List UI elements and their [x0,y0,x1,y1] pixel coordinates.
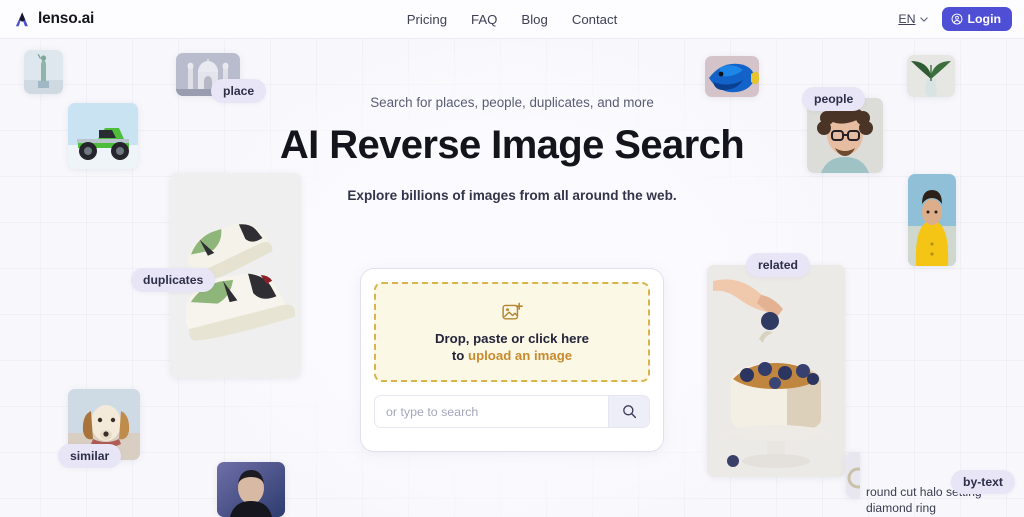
pill-people[interactable]: people [802,87,866,111]
login-button-label: Login [967,12,1001,26]
thumbnail-portrait-woman-blue[interactable] [217,462,285,517]
chevron-down-icon [919,16,928,22]
blueberry-cake-image [707,265,845,477]
thumbnail-plant-in-vase[interactable] [907,55,955,97]
search-input[interactable] [375,396,608,427]
language-code: EN [898,12,916,26]
portrait-woman-blue-image [217,462,285,517]
statue-of-liberty-image [24,50,63,94]
thumbnail-green-monster-truck[interactable] [68,103,138,169]
pill-by-text[interactable]: by-text [951,470,1015,494]
nav-link-faq[interactable]: FAQ [471,12,497,27]
language-selector[interactable]: EN [898,12,928,26]
thumbnail-woman-yellow-hood[interactable] [908,174,956,266]
blue-tang-fish-image [705,56,759,97]
green-monster-truck-image [68,103,138,169]
search-icon [622,405,636,419]
dropzone-line-2-prefix: to [451,347,469,363]
woman-yellow-hood-image [908,174,956,266]
image-plus-icon [501,302,523,320]
pill-duplicates[interactable]: duplicates [131,268,216,292]
upload-dropzone[interactable]: Drop, paste or click here to upload an i… [374,282,650,382]
upload-search-card: Drop, paste or click here to upload an i… [361,269,663,451]
main-nav: Pricing FAQ Blog Contact [0,12,1024,27]
nav-link-blog[interactable]: Blog [521,12,547,27]
pill-place[interactable]: place [211,79,267,103]
header-actions: EN Login [898,7,1012,31]
site-header: lenso.ai Pricing FAQ Blog Contact EN Log… [0,0,1024,39]
login-button[interactable]: Login [941,7,1012,31]
thumbnail-blueberry-cake[interactable] [707,265,845,477]
upload-an-image-link[interactable]: upload an image [468,348,572,363]
thumbnail-diamond-ring[interactable] [846,452,860,498]
thumbnail-statue-of-liberty[interactable] [24,50,63,94]
thumbnail-blue-tang-fish[interactable] [705,56,759,97]
nav-link-contact[interactable]: Contact [572,12,617,27]
pill-similar[interactable]: similar [58,444,122,468]
plant-in-vase-image [907,55,955,97]
search-submit-button[interactable] [608,396,649,427]
dropzone-line-2: to upload an image [452,348,572,363]
pill-related[interactable]: related [746,253,810,277]
diamond-ring-image [846,452,860,498]
user-circle-icon [951,13,962,25]
search-row [374,395,650,428]
nav-link-pricing[interactable]: Pricing [407,12,447,27]
dropzone-line-1: Drop, paste or click here [435,330,589,346]
hero-subtitle: Explore billions of images from all arou… [347,188,677,203]
